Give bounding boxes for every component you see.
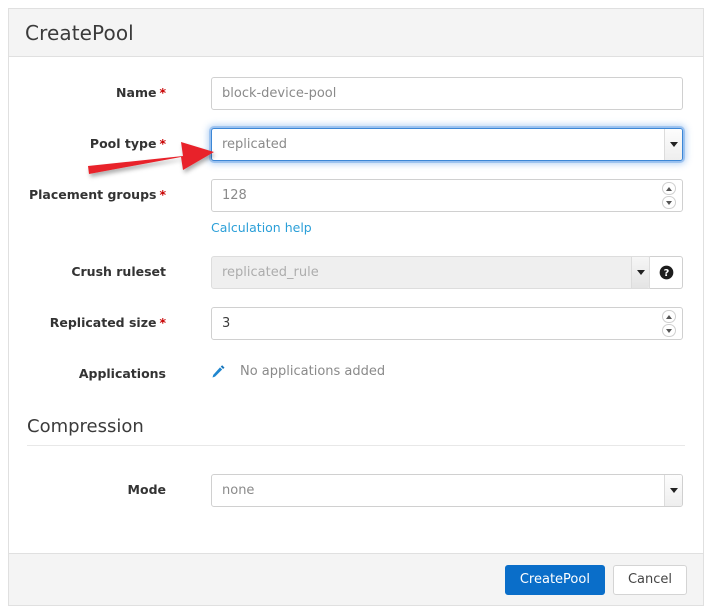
section-divider (27, 445, 685, 446)
field-col-applications: No applications added (166, 358, 703, 379)
mode-select-wrapper: none (211, 474, 683, 507)
form-row-mode: Mode none (9, 474, 703, 507)
cancel-button[interactable]: Cancel (612, 564, 687, 595)
label-applications: Applications (9, 358, 166, 382)
label-crush-ruleset-text: Crush ruleset (71, 264, 166, 279)
dialog-body: Name* Pool type* replicated (9, 57, 703, 553)
pool-type-select-wrapper: replicated (211, 128, 683, 161)
label-placement-groups-text: Placement groups (28, 187, 157, 202)
page-title: CreatePool (25, 20, 134, 45)
spinner-controls (662, 182, 676, 209)
crush-ruleset-select[interactable]: replicated_rule (211, 256, 650, 289)
form-row-crush-ruleset: Crush ruleset replicated_rule ? (9, 256, 703, 289)
crush-ruleset-select-wrapper: replicated_rule (211, 256, 650, 289)
label-mode: Mode (9, 474, 166, 498)
compression-mode-select[interactable]: none (211, 474, 683, 507)
field-col-mode: none (166, 474, 703, 507)
label-name-text: Name (116, 85, 157, 100)
stepper-up-icon[interactable] (662, 182, 676, 195)
calculation-help-link[interactable]: Calculation help (211, 220, 312, 235)
dialog-header: CreatePool (9, 9, 703, 57)
name-input[interactable] (211, 77, 683, 110)
label-name: Name * (9, 77, 166, 101)
compression-legend: Compression (27, 416, 144, 437)
label-applications-text: Applications (78, 366, 166, 381)
compression-section: Compression (9, 416, 703, 446)
spinner-controls (662, 310, 676, 337)
crush-ruleset-input-group: replicated_rule ? (211, 256, 683, 289)
pool-type-select[interactable]: replicated (211, 128, 683, 161)
replicated-size-stepper (211, 307, 683, 340)
field-col-replicated-size (166, 307, 703, 340)
applications-empty-text: No applications added (240, 364, 386, 379)
dialog-footer: CreatePool Cancel (9, 553, 703, 605)
question-circle-icon: ? (659, 265, 673, 280)
label-replicated-size: Replicated size * (9, 307, 166, 331)
form-row-pool-type: Pool type * replicated (9, 128, 703, 161)
form-row-placement-groups: Placement groups* Calculation help (9, 179, 703, 236)
replicated-size-input[interactable] (211, 307, 683, 340)
placement-groups-stepper (211, 179, 683, 212)
field-col-name (166, 77, 703, 110)
pencil-icon[interactable] (211, 364, 226, 379)
label-crush-ruleset: Crush ruleset (9, 256, 166, 280)
field-col-placement-groups: Calculation help (166, 179, 703, 236)
applications-value: No applications added (211, 358, 683, 379)
label-pool-type: Pool type * (9, 128, 166, 152)
create-pool-dialog: CreatePool Name* Pool type* replicated (8, 8, 704, 606)
form-row-name: Name * (9, 77, 703, 110)
label-replicated-size-text: Replicated size (49, 315, 157, 330)
stepper-down-icon[interactable] (662, 324, 676, 337)
stepper-down-icon[interactable] (662, 196, 676, 209)
svg-text:?: ? (663, 268, 669, 279)
field-col-pool-type: replicated (166, 128, 703, 161)
label-placement-groups: Placement groups * (9, 179, 166, 203)
create-pool-submit-button[interactable]: CreatePool (504, 564, 605, 595)
field-col-crush-ruleset: replicated_rule ? (166, 256, 703, 289)
label-pool-type-text: Pool type (89, 136, 157, 151)
stepper-up-icon[interactable] (662, 310, 676, 323)
crush-ruleset-help-button[interactable]: ? (650, 256, 683, 289)
placement-groups-input[interactable] (211, 179, 683, 212)
form-row-replicated-size: Replicated size * (9, 307, 703, 340)
form-row-applications: Applications No applications added (9, 358, 703, 382)
label-mode-text: Mode (127, 482, 166, 497)
